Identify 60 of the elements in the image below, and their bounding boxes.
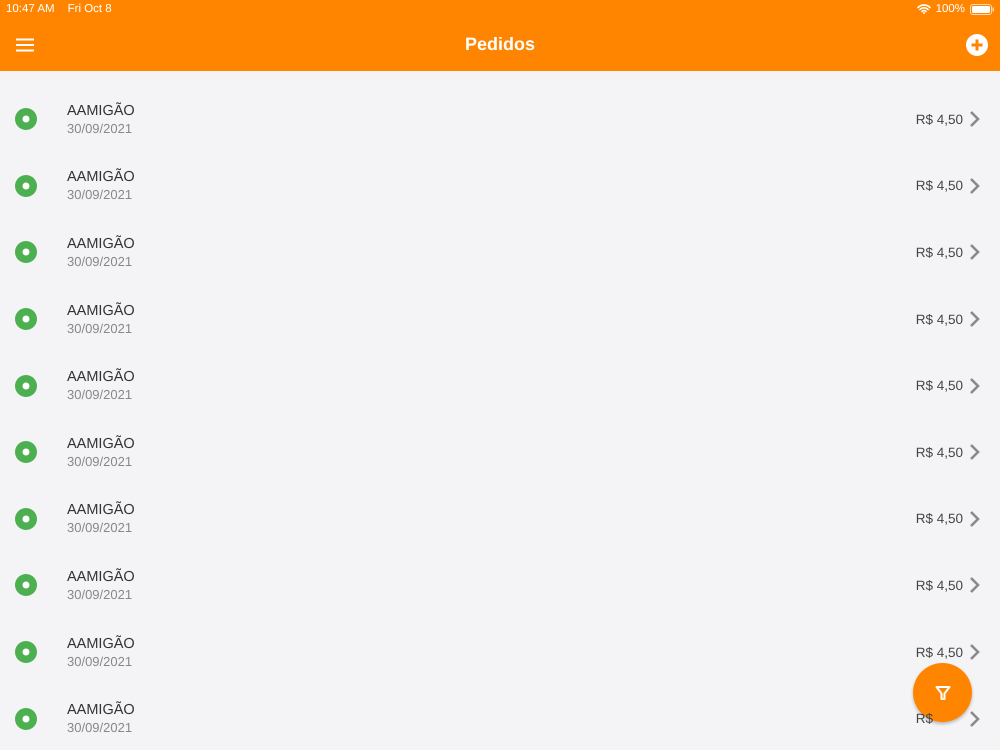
order-name: AAMIGÃO [67, 636, 136, 652]
order-row[interactable]: AAMIGÃO 30/09/2021 R$ [0, 685, 1000, 750]
chevron-icon [969, 110, 980, 128]
chevron-icon [969, 510, 980, 528]
menu-button[interactable] [16, 38, 34, 52]
chevron-icon [969, 243, 980, 262]
order-price: R$ [916, 711, 933, 726]
order-row[interactable]: AAMIGÃO 30/09/2021 R$ 4,50 [0, 86, 1000, 153]
chevron-icon [969, 176, 980, 195]
order-date: 30/09/2021 [67, 120, 134, 136]
order-date: 30/09/2021 [67, 254, 134, 269]
chevron-icon [969, 643, 980, 662]
chevron-icon [969, 710, 980, 728]
order-price: R$ 4,50 [916, 444, 963, 460]
order-date: 30/09/2021 [67, 654, 134, 669]
battery-percent: 100% [936, 3, 965, 15]
order-row[interactable]: AAMIGÃO 30/09/2021 R$ 4,50 [0, 618, 1000, 686]
order-row[interactable]: AAMIGÃO 30/09/2021 R$ 4,50 [0, 286, 1000, 352]
order-row[interactable]: AAMIGÃO 30/09/2021 R$ 4,50 [0, 219, 1000, 286]
page-title: Pedidos [464, 34, 535, 55]
status-time: 10:47 AM [6, 3, 55, 15]
order-row[interactable]: AAMIGÃO 30/09/2021 R$ 4,50 [0, 418, 1000, 486]
filter-button[interactable] [913, 663, 972, 722]
status-date: Fri Oct 8 [68, 3, 112, 15]
chevron-icon [969, 310, 980, 328]
order-price: R$ 4,50 [916, 112, 963, 127]
wifi-icon [916, 4, 931, 14]
order-name: AAMIGÃO [67, 702, 136, 718]
chevron-icon [969, 376, 980, 395]
order-price: R$ 4,50 [916, 644, 963, 660]
order-row[interactable]: AAMIGÃO 30/09/2021 R$ 4,50 [0, 552, 1000, 619]
order-name: AAMIGÃO [67, 236, 136, 252]
order-name: AAMIGÃO [67, 436, 136, 452]
order-date: 30/09/2021 [67, 586, 134, 602]
order-price: R$ 4,50 [916, 312, 963, 327]
order-row[interactable]: AAMIGÃO 30/09/2021 R$ 4,50 [0, 152, 1000, 220]
order-price: R$ 4,50 [916, 511, 963, 526]
filter-icon [934, 684, 950, 700]
order-name: AAMIGÃO [67, 502, 136, 518]
battery-icon [970, 4, 994, 14]
order-date: 30/09/2021 [67, 320, 134, 336]
order-name: AAMIGÃO [67, 169, 136, 186]
order-row[interactable]: AAMIGÃO 30/09/2021 R$ 4,50 [0, 486, 1000, 552]
order-name: AAMIGÃO [67, 369, 136, 386]
order-date: 30/09/2021 [67, 387, 134, 402]
order-date: 30/09/2021 [67, 454, 134, 469]
order-price: R$ 4,50 [916, 378, 963, 394]
order-price: R$ 4,50 [916, 578, 963, 593]
order-date: 30/09/2021 [67, 187, 134, 202]
order-date: 30/09/2021 [67, 520, 134, 536]
order-name: AAMIGÃO [67, 568, 136, 585]
order-row[interactable]: AAMIGÃO 30/09/2021 R$ 4,50 [0, 352, 1000, 419]
chevron-icon [969, 576, 980, 594]
add-button[interactable] [966, 34, 988, 56]
order-date: 30/09/2021 [67, 720, 134, 736]
order-name: AAMIGÃO [67, 302, 136, 319]
order-name: AAMIGÃO [67, 102, 136, 119]
order-price: R$ 4,50 [916, 244, 963, 260]
chevron-icon [969, 443, 980, 462]
order-price: R$ 4,50 [916, 178, 963, 194]
